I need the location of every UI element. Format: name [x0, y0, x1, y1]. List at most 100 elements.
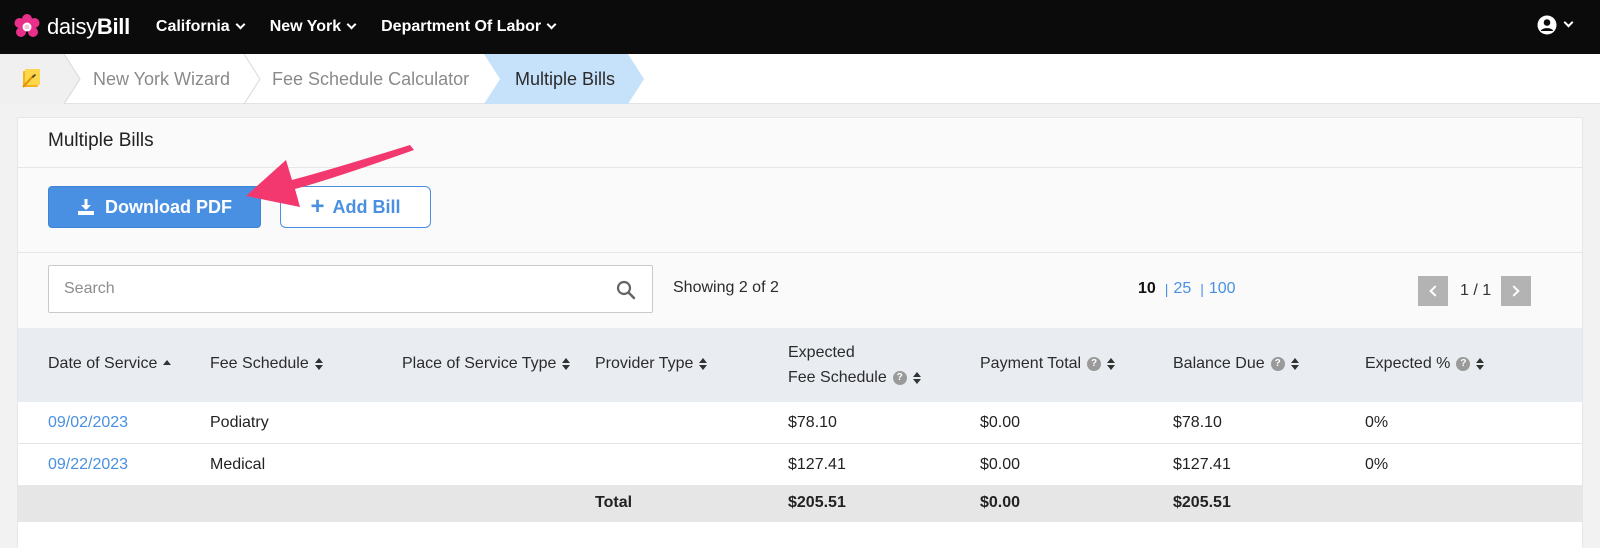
chevron-down-icon: [546, 19, 557, 30]
breadcrumb: New York Wizard Fee Schedule Calculator …: [0, 54, 1600, 104]
column-label-line1: Expected: [788, 344, 855, 361]
chevron-down-icon: [346, 19, 357, 30]
expected-percent-cell: 0%: [1365, 456, 1389, 473]
daisy-flower-icon: [14, 14, 40, 37]
help-icon[interactable]: ?: [1270, 357, 1285, 371]
payment-total-cell: $0.00: [980, 414, 1021, 431]
download-pdf-button[interactable]: Download PDF: [48, 186, 261, 228]
separator: |: [1200, 281, 1204, 297]
table-header: Date of Service Fee Schedule Place of Se…: [18, 328, 1582, 402]
page-size-100[interactable]: 100: [1209, 280, 1236, 298]
nav-new-york[interactable]: New York: [269, 18, 357, 36]
search-box: [48, 265, 653, 313]
download-pdf-label: Download PDF: [105, 196, 232, 217]
table-footer-space: [18, 522, 1582, 548]
search-input[interactable]: [49, 266, 589, 312]
column-label: Date of Service: [48, 355, 158, 372]
total-row: Total $205.51 $0.00 $205.51: [18, 485, 1582, 522]
column-balance-due[interactable]: Balance Due?: [1173, 355, 1299, 373]
sort-icon: [1107, 358, 1116, 370]
sort-asc-icon: [163, 358, 172, 370]
breadcrumb-separator: [63, 54, 81, 104]
pagination: 1 / 1: [1418, 276, 1532, 306]
page-title: Multiple Bills: [48, 130, 154, 151]
table-row: 09/02/2023 Podiatry $78.10 $0.00 $78.10 …: [18, 402, 1582, 444]
column-payment-total[interactable]: Payment Total?: [980, 355, 1116, 373]
table-row: 09/22/2023 Medical $127.41 $0.00 $127.41…: [18, 444, 1582, 486]
column-provider-type[interactable]: Provider Type: [595, 355, 708, 373]
nav-california-label: California: [155, 18, 230, 35]
page-size-25[interactable]: 25: [1173, 280, 1191, 298]
next-page-button[interactable]: [1501, 276, 1532, 306]
breadcrumb-fee-schedule-calculator[interactable]: Fee Schedule Calculator: [272, 69, 469, 90]
column-label-line2-wrap: Fee Schedule ?: [788, 365, 921, 390]
column-label: Place of Service Type: [402, 355, 557, 372]
nav-california[interactable]: California: [155, 18, 246, 36]
daisybill-logo[interactable]: daisyBill: [13, 0, 130, 54]
user-menu[interactable]: [1537, 15, 1574, 35]
add-bill-button[interactable]: + Add Bill: [280, 186, 431, 228]
total-label: Total: [595, 494, 633, 511]
total-expected: $205.51: [788, 494, 846, 511]
date-of-service-link[interactable]: 09/02/2023: [48, 414, 128, 432]
divider: [18, 167, 1582, 168]
breadcrumb-multiple-bills: Multiple Bills: [515, 69, 616, 89]
add-bill-label: Add Bill: [332, 196, 401, 217]
help-icon[interactable]: ?: [1087, 357, 1102, 371]
search-icon[interactable]: [616, 280, 636, 300]
expected-fee-cell: $127.41: [788, 456, 846, 473]
separator: |: [1164, 281, 1169, 297]
sort-icon: [314, 358, 323, 370]
user-avatar-icon: [1537, 15, 1557, 35]
results-count: Showing 2 of 2: [673, 279, 779, 296]
nav-department-of-labor-label: Department Of Labor: [381, 18, 542, 35]
multiple-bills-panel: Multiple Bills Download PDF + Add Bill S…: [17, 117, 1583, 548]
column-label: Payment Total: [980, 355, 1082, 372]
page-size-selector: 10 | 25 | 100: [1138, 280, 1236, 298]
previous-page-button[interactable]: [1418, 276, 1448, 306]
sort-icon: [699, 358, 708, 370]
top-navbar: daisyBill California New York Department…: [0, 0, 1600, 54]
column-label: Provider Type: [595, 355, 694, 372]
column-fee-schedule[interactable]: Fee Schedule: [210, 355, 323, 373]
download-icon: [78, 199, 94, 215]
breadcrumb-separator: [243, 54, 261, 104]
balance-due-cell: $127.41: [1173, 456, 1231, 473]
notepad-icon: [22, 69, 40, 88]
column-label: Expected %: [1365, 355, 1451, 372]
total-balance: $205.51: [1173, 494, 1231, 511]
chevron-right-icon: [1508, 285, 1520, 297]
date-of-service-link[interactable]: 09/22/2023: [48, 456, 128, 474]
column-expected-percent[interactable]: Expected %?: [1365, 355, 1485, 373]
expected-percent-cell: 0%: [1365, 414, 1389, 431]
plus-icon: +: [310, 193, 325, 220]
fee-schedule-cell: Medical: [210, 456, 266, 473]
column-label-line2: Fee Schedule: [788, 369, 887, 386]
sort-icon: [1476, 358, 1485, 370]
divider: [18, 252, 1582, 253]
column-expected-fee-schedule[interactable]: Expected Fee Schedule ?: [788, 340, 921, 390]
breadcrumb-home[interactable]: [0, 54, 64, 104]
chevron-down-icon: [235, 19, 246, 30]
help-icon[interactable]: ?: [892, 370, 907, 385]
page-size-10[interactable]: 10: [1138, 280, 1156, 298]
column-date-of-service[interactable]: Date of Service: [48, 355, 172, 373]
sort-icon: [912, 371, 921, 384]
column-place-of-service-type[interactable]: Place of Service Type: [402, 355, 571, 373]
column-label: Fee Schedule: [210, 355, 309, 372]
page-indicator: 1 / 1: [1460, 282, 1492, 299]
help-icon[interactable]: ?: [1456, 357, 1471, 371]
total-payment: $0.00: [980, 494, 1021, 511]
breadcrumb-new-york-wizard[interactable]: New York Wizard: [93, 69, 230, 90]
nav-department-of-labor[interactable]: Department Of Labor: [381, 18, 557, 36]
chevron-down-icon: [1563, 17, 1574, 28]
sort-icon: [562, 358, 571, 370]
column-label: Balance Due: [1173, 355, 1265, 372]
chevron-left-icon: [1429, 285, 1441, 297]
logo-text: daisyBill: [47, 14, 130, 39]
fee-schedule-cell: Podiatry: [210, 414, 269, 431]
sort-icon: [1290, 358, 1299, 370]
nav-new-york-label: New York: [269, 18, 342, 35]
payment-total-cell: $0.00: [980, 456, 1021, 473]
balance-due-cell: $78.10: [1173, 414, 1222, 431]
